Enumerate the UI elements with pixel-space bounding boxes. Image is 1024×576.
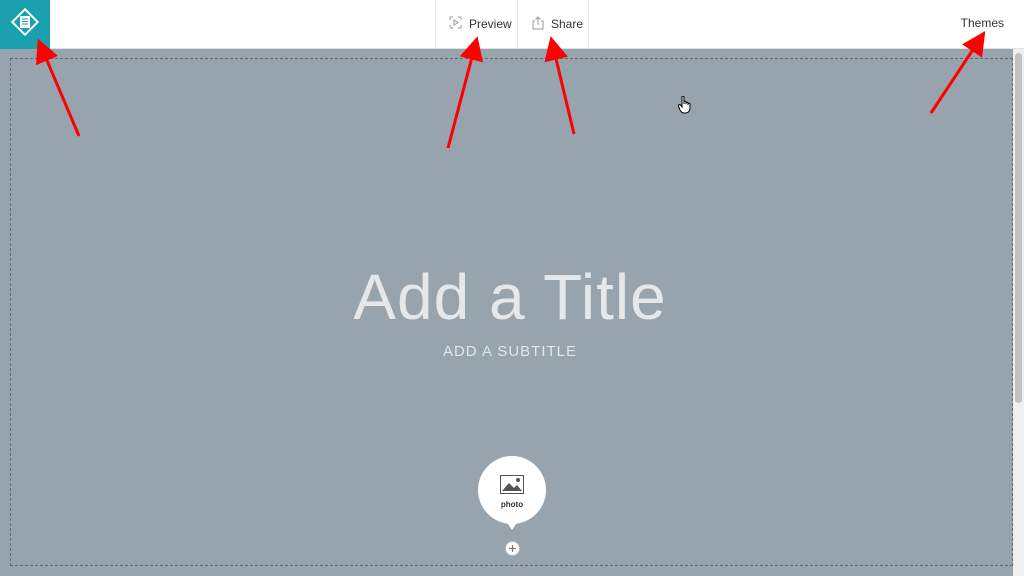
arrow-to-share — [544, 36, 576, 135]
arrow-to-themes — [929, 30, 986, 114]
annotation-arrows — [35, 30, 986, 149]
arrow-to-logo — [35, 38, 81, 137]
arrow-to-preview — [446, 36, 484, 149]
